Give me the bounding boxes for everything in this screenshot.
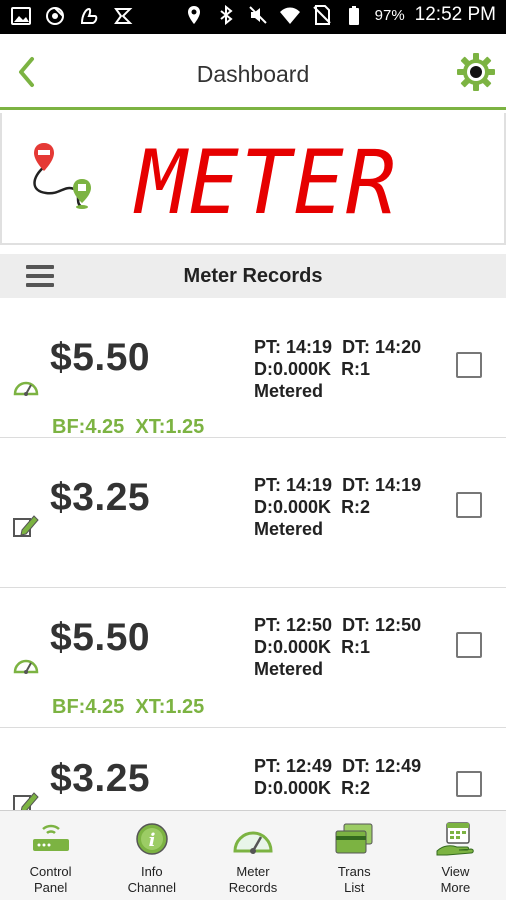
mute-icon bbox=[247, 4, 269, 26]
info-icon: i bbox=[136, 823, 168, 855]
meter-banner: METER bbox=[0, 113, 506, 245]
record-row[interactable]: $3.25 PT: 12:49 DT: 12:49 D:0.000K R:2 bbox=[0, 729, 506, 810]
record-details: PT: 14:19 DT: 14:20 D:0.000K R:1 Metered bbox=[254, 336, 421, 402]
speedometer-icon bbox=[13, 381, 39, 396]
nav-meter-records[interactable]: Meter Records bbox=[202, 811, 303, 900]
nav-control-panel[interactable]: Control Panel bbox=[0, 811, 101, 900]
no-sim-icon bbox=[311, 4, 333, 26]
record-bf: BF:4.25 bbox=[52, 416, 125, 438]
record-row[interactable]: $3.25 PT: 14:19 DT: 14:19 D:0.000K R:2 M… bbox=[0, 448, 506, 588]
record-mode: Metered bbox=[254, 659, 324, 679]
record-rate: R:2 bbox=[341, 497, 371, 517]
speedometer-icon bbox=[13, 659, 39, 674]
record-distance: D:0.000K bbox=[254, 359, 332, 379]
nav-trans-list[interactable]: Trans List bbox=[304, 811, 405, 900]
wifi-icon bbox=[279, 4, 301, 26]
record-pt: PT: 14:19 bbox=[254, 475, 333, 495]
record-distance: D:0.000K bbox=[254, 637, 332, 657]
record-rate: R:1 bbox=[341, 359, 371, 379]
record-distance: D:0.000K bbox=[254, 497, 332, 517]
record-fees: BF:4.25 XT:1.25 bbox=[52, 696, 204, 719]
record-details: PT: 12:49 DT: 12:49 D:0.000K R:2 bbox=[254, 755, 421, 799]
nav-info-channel[interactable]: i Info Channel bbox=[101, 811, 202, 900]
meter-display: METER bbox=[132, 135, 398, 225]
record-checkbox[interactable] bbox=[456, 352, 482, 378]
status-bar: 97% 12:52 PM bbox=[0, 0, 506, 34]
record-rate: R:1 bbox=[341, 637, 371, 657]
record-amount: $5.50 bbox=[50, 616, 151, 659]
route-logo-icon bbox=[33, 143, 91, 209]
svg-text:i: i bbox=[148, 830, 155, 851]
gear-icon bbox=[457, 53, 495, 91]
section-title: Meter Records bbox=[183, 265, 323, 287]
record-row[interactable]: $5.50 PT: 12:50 DT: 12:50 D:0.000K R:1 M… bbox=[0, 588, 506, 728]
chrome-icon bbox=[44, 5, 66, 27]
bottom-nav: Control Panel i Info Channel Meter Records … bbox=[0, 810, 506, 900]
clock: 12:52 PM bbox=[414, 4, 496, 25]
calendar-hand-icon bbox=[436, 822, 475, 856]
app-bar: Dashboard bbox=[0, 34, 506, 110]
record-mode: Metered bbox=[254, 381, 324, 401]
record-checkbox[interactable] bbox=[456, 771, 482, 797]
record-mode: Metered bbox=[254, 519, 324, 539]
record-dt: DT: 12:49 bbox=[342, 756, 422, 776]
record-dt: DT: 14:19 bbox=[342, 475, 422, 495]
record-details: PT: 14:19 DT: 14:19 D:0.000K R:2 Metered bbox=[254, 474, 421, 540]
record-distance: D:0.000K bbox=[254, 778, 332, 798]
nav-label: View More bbox=[440, 864, 471, 895]
edit-icon bbox=[13, 515, 39, 537]
nav-label: Info Channel bbox=[127, 864, 177, 895]
record-details: PT: 12:50 DT: 12:50 D:0.000K R:1 Metered bbox=[254, 614, 421, 680]
logo-icon bbox=[112, 5, 134, 27]
image-icon bbox=[10, 5, 32, 27]
router-icon bbox=[32, 824, 69, 851]
record-dt: DT: 12:50 bbox=[342, 615, 422, 635]
record-amount: $3.25 bbox=[50, 476, 151, 519]
record-xt: XT:1.25 bbox=[135, 416, 205, 438]
record-amount: $5.50 bbox=[50, 336, 151, 379]
record-pt: PT: 12:50 bbox=[254, 615, 333, 635]
bluetooth-icon bbox=[215, 4, 237, 26]
pay-icon bbox=[78, 5, 100, 27]
record-fees: BF:4.25 XT:1.25 bbox=[52, 416, 204, 439]
nav-label: Meter Records bbox=[228, 864, 278, 895]
nav-view-more[interactable]: View More bbox=[405, 811, 506, 900]
meter-display-text: METER bbox=[133, 135, 398, 225]
record-checkbox[interactable] bbox=[456, 632, 482, 658]
location-icon bbox=[183, 4, 205, 26]
record-amount: $3.25 bbox=[50, 757, 151, 800]
page-title: Dashboard bbox=[196, 61, 310, 87]
records-list: $5.50 PT: 14:19 DT: 14:20 D:0.000K R:1 M… bbox=[0, 298, 506, 810]
speedometer-icon bbox=[233, 831, 273, 854]
record-pt: PT: 12:49 bbox=[254, 756, 333, 776]
record-row[interactable]: $5.50 PT: 14:19 DT: 14:20 D:0.000K R:1 M… bbox=[0, 298, 506, 438]
record-dt: DT: 14:20 bbox=[342, 337, 422, 357]
edit-icon bbox=[13, 792, 39, 810]
settings-button[interactable] bbox=[456, 52, 496, 92]
record-checkbox[interactable] bbox=[456, 492, 482, 518]
credit-card-icon bbox=[335, 823, 373, 854]
record-bf: BF:4.25 bbox=[52, 696, 125, 718]
record-rate: R:2 bbox=[341, 778, 371, 798]
nav-label: Trans List bbox=[337, 864, 371, 895]
nav-label: Control Panel bbox=[29, 864, 72, 895]
section-header: Meter Records bbox=[0, 254, 506, 298]
record-pt: PT: 14:19 bbox=[254, 337, 333, 357]
record-xt: XT:1.25 bbox=[135, 696, 205, 718]
battery-icon bbox=[343, 4, 365, 26]
battery-percent: 97% bbox=[374, 6, 405, 24]
